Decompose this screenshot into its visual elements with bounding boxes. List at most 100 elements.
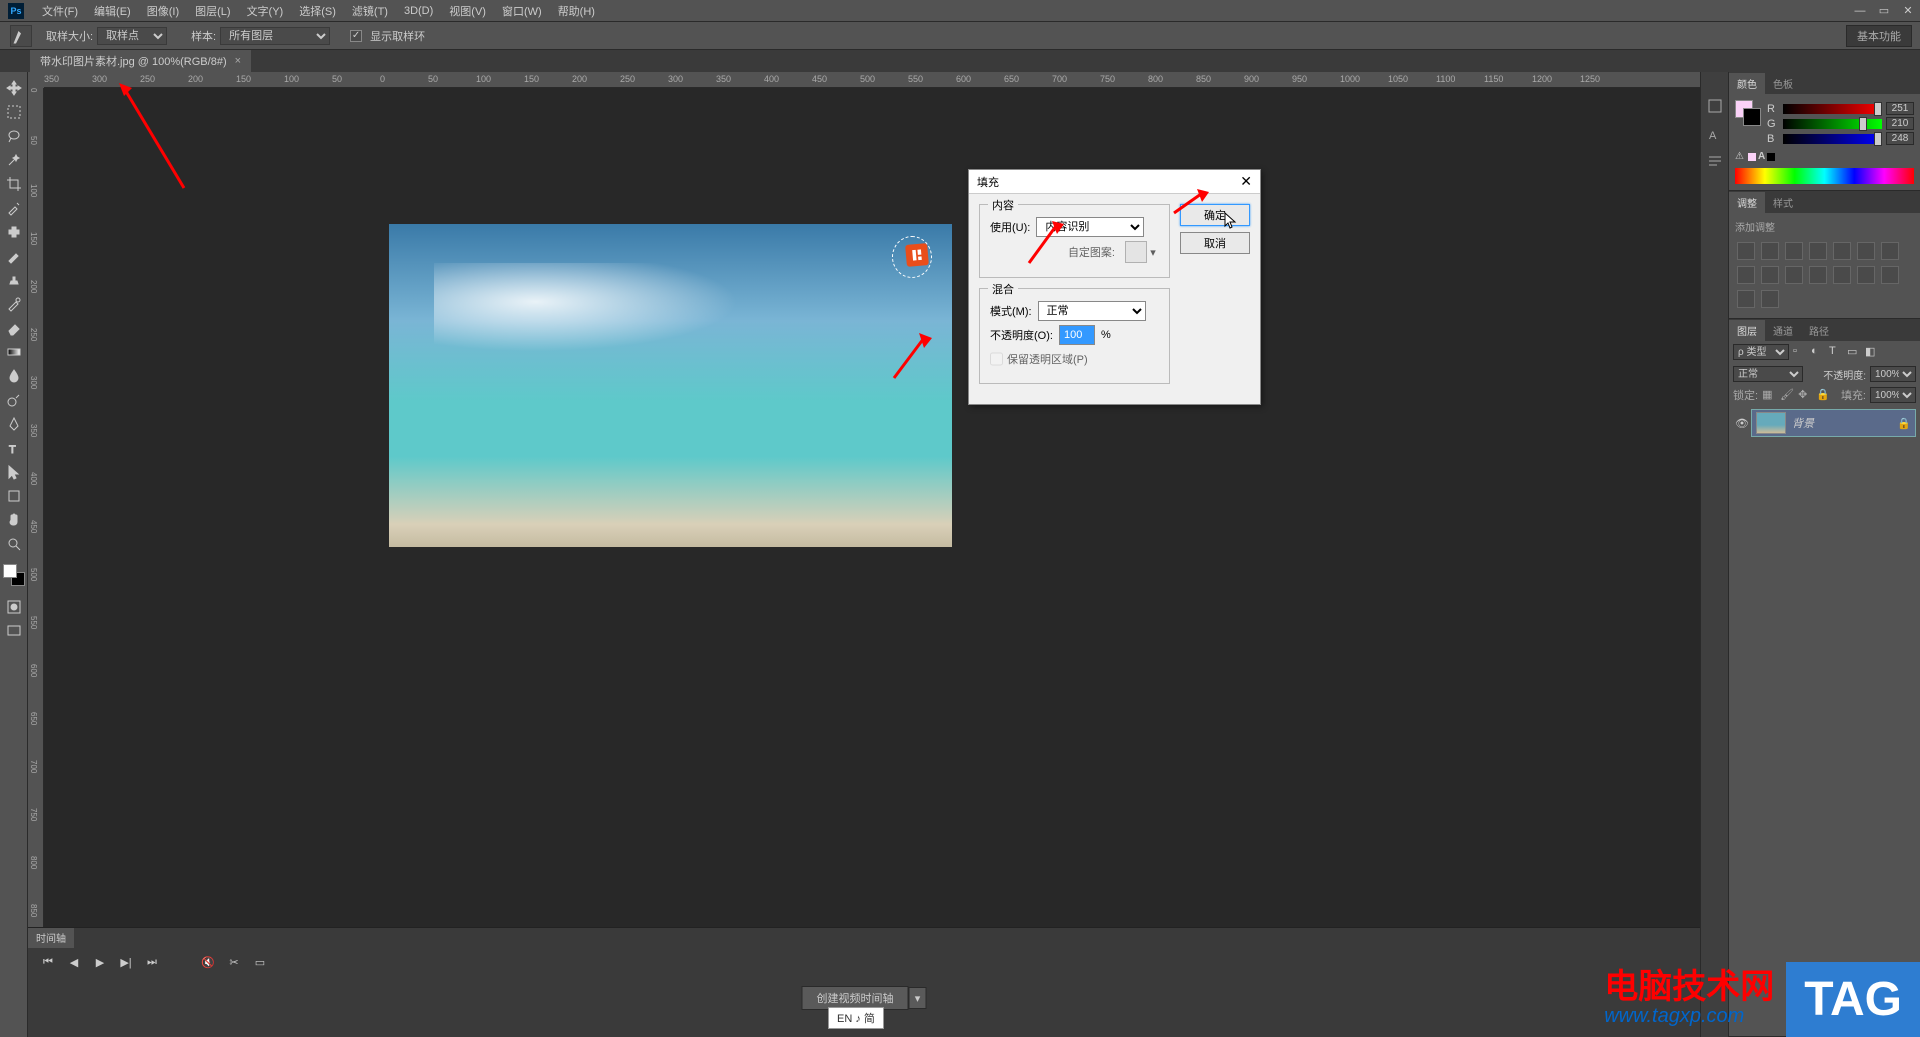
- filter-type-icon[interactable]: T: [1829, 345, 1843, 359]
- ok-button[interactable]: 确定: [1180, 204, 1250, 226]
- path-selection-tool[interactable]: [3, 461, 25, 483]
- hue-adjust-icon[interactable]: [1857, 242, 1875, 260]
- quick-mask-toggle[interactable]: [3, 596, 25, 618]
- layer-fill-input[interactable]: 100%: [1870, 387, 1916, 403]
- selective-color-icon[interactable]: [1737, 290, 1755, 308]
- paragraph-panel-icon[interactable]: [1704, 151, 1726, 173]
- sample-dropdown[interactable]: 所有图层: [220, 27, 330, 45]
- menu-image[interactable]: 图像(I): [139, 0, 187, 22]
- show-sampling-ring-checkbox[interactable]: [350, 30, 362, 42]
- menu-window[interactable]: 窗口(W): [494, 0, 550, 22]
- lock-pixels-icon[interactable]: 🖌: [1780, 388, 1794, 402]
- marquee-tool[interactable]: [3, 101, 25, 123]
- type-tool[interactable]: T: [3, 437, 25, 459]
- color-tab[interactable]: 颜色: [1729, 73, 1765, 94]
- history-panel-icon[interactable]: [1704, 95, 1726, 117]
- adjust-icon-16[interactable]: [1761, 290, 1779, 308]
- levels-adjust-icon[interactable]: [1761, 242, 1779, 260]
- current-tool-icon[interactable]: [10, 25, 32, 47]
- dialog-titlebar[interactable]: 填充 ✕: [969, 170, 1260, 194]
- swatches-tab[interactable]: 色板: [1765, 73, 1801, 94]
- timeline-last-frame[interactable]: ⏭: [144, 954, 160, 970]
- channel-mixer-icon[interactable]: [1761, 266, 1779, 284]
- color-swatches[interactable]: [3, 564, 25, 586]
- layer-name[interactable]: 背景: [1792, 415, 1814, 431]
- timeline-split-icon[interactable]: ✂: [226, 954, 242, 970]
- filter-pixel-icon[interactable]: ▫: [1793, 345, 1807, 359]
- dodge-tool[interactable]: [3, 389, 25, 411]
- workspace-switcher[interactable]: 基本功能: [1846, 25, 1912, 47]
- character-panel-icon[interactable]: A: [1704, 123, 1726, 145]
- filter-smart-icon[interactable]: ◧: [1865, 345, 1879, 359]
- vibrance-adjust-icon[interactable]: [1833, 242, 1851, 260]
- crop-tool[interactable]: [3, 173, 25, 195]
- filter-adjust-icon[interactable]: ◐: [1811, 345, 1825, 359]
- timeline-audio-icon[interactable]: 🔇: [200, 954, 216, 970]
- g-value[interactable]: 210: [1886, 117, 1914, 130]
- gradient-map-icon[interactable]: [1881, 266, 1899, 284]
- cancel-button[interactable]: 取消: [1180, 232, 1250, 254]
- timeline-first-frame[interactable]: ⏮: [40, 954, 56, 970]
- maximize-button[interactable]: ▭: [1872, 2, 1896, 20]
- foreground-color-swatch[interactable]: [3, 564, 17, 578]
- timeline-transition-icon[interactable]: ▭: [252, 954, 268, 970]
- sample-size-dropdown[interactable]: 取样点: [97, 27, 167, 45]
- layers-tab[interactable]: 图层: [1729, 320, 1765, 341]
- opacity-input[interactable]: [1059, 325, 1095, 345]
- exposure-adjust-icon[interactable]: [1809, 242, 1827, 260]
- r-slider[interactable]: [1783, 104, 1882, 114]
- brush-tool[interactable]: [3, 245, 25, 267]
- brightness-adjust-icon[interactable]: [1737, 242, 1755, 260]
- document-tab[interactable]: 带水印图片素材.jpg @ 100%(RGB/8#) ×: [30, 50, 251, 72]
- lock-position-icon[interactable]: ✥: [1798, 388, 1812, 402]
- timeline-tab[interactable]: 时间轴: [28, 928, 74, 948]
- gradient-tool[interactable]: [3, 341, 25, 363]
- eyedropper-tool[interactable]: [3, 197, 25, 219]
- lasso-tool[interactable]: [3, 125, 25, 147]
- layer-thumbnail[interactable]: [1756, 412, 1786, 434]
- layer-filter-kind[interactable]: ρ 类型: [1733, 344, 1789, 360]
- lock-all-icon[interactable]: 🔒: [1816, 388, 1830, 402]
- blend-mode-dropdown[interactable]: 正常: [1733, 366, 1803, 382]
- paths-tab[interactable]: 路径: [1801, 320, 1837, 341]
- channels-tab[interactable]: 通道: [1765, 320, 1801, 341]
- hand-tool[interactable]: [3, 509, 25, 531]
- history-brush-tool[interactable]: [3, 293, 25, 315]
- g-slider[interactable]: [1783, 119, 1882, 129]
- clone-stamp-tool[interactable]: [3, 269, 25, 291]
- menu-help[interactable]: 帮助(H): [550, 0, 603, 22]
- timeline-play[interactable]: ▶: [92, 954, 108, 970]
- screen-mode-toggle[interactable]: [3, 620, 25, 642]
- menu-layer[interactable]: 图层(L): [187, 0, 238, 22]
- b-value[interactable]: 248: [1886, 132, 1914, 145]
- canvas-viewport[interactable]: [44, 88, 1700, 1013]
- layer-opacity-input[interactable]: 100%: [1870, 366, 1916, 382]
- blur-tool[interactable]: [3, 365, 25, 387]
- healing-brush-tool[interactable]: [3, 221, 25, 243]
- layer-visibility-icon[interactable]: 👁: [1733, 417, 1751, 430]
- photo-filter-icon[interactable]: [1737, 266, 1755, 284]
- timeline-prev-frame[interactable]: ◀: [66, 954, 82, 970]
- b-slider[interactable]: [1783, 134, 1882, 144]
- menu-filter[interactable]: 滤镜(T): [344, 0, 396, 22]
- create-timeline-dropdown[interactable]: ▾: [909, 987, 927, 1009]
- pen-tool[interactable]: [3, 413, 25, 435]
- timeline-next-frame[interactable]: ▶|: [118, 954, 134, 970]
- threshold-icon[interactable]: [1857, 266, 1875, 284]
- bw-adjust-icon[interactable]: [1881, 242, 1899, 260]
- lock-transparency-icon[interactable]: ▦: [1762, 388, 1776, 402]
- posterize-icon[interactable]: [1833, 266, 1851, 284]
- menu-edit[interactable]: 编辑(E): [86, 0, 139, 22]
- menu-3d[interactable]: 3D(D): [396, 2, 441, 20]
- canvas-area[interactable]: 3503002502001501005005010015020025030035…: [28, 72, 1700, 1037]
- adjust-tab[interactable]: 调整: [1729, 192, 1765, 213]
- hue-strip[interactable]: [1735, 168, 1914, 184]
- layer-row-background[interactable]: 背景 🔒: [1751, 409, 1916, 437]
- zoom-tool[interactable]: [3, 533, 25, 555]
- minimize-button[interactable]: —: [1848, 2, 1872, 20]
- menu-type[interactable]: 文字(Y): [239, 0, 292, 22]
- mode-dropdown[interactable]: 正常: [1038, 301, 1146, 321]
- filter-shape-icon[interactable]: ▭: [1847, 345, 1861, 359]
- curves-adjust-icon[interactable]: [1785, 242, 1803, 260]
- move-tool[interactable]: [3, 77, 25, 99]
